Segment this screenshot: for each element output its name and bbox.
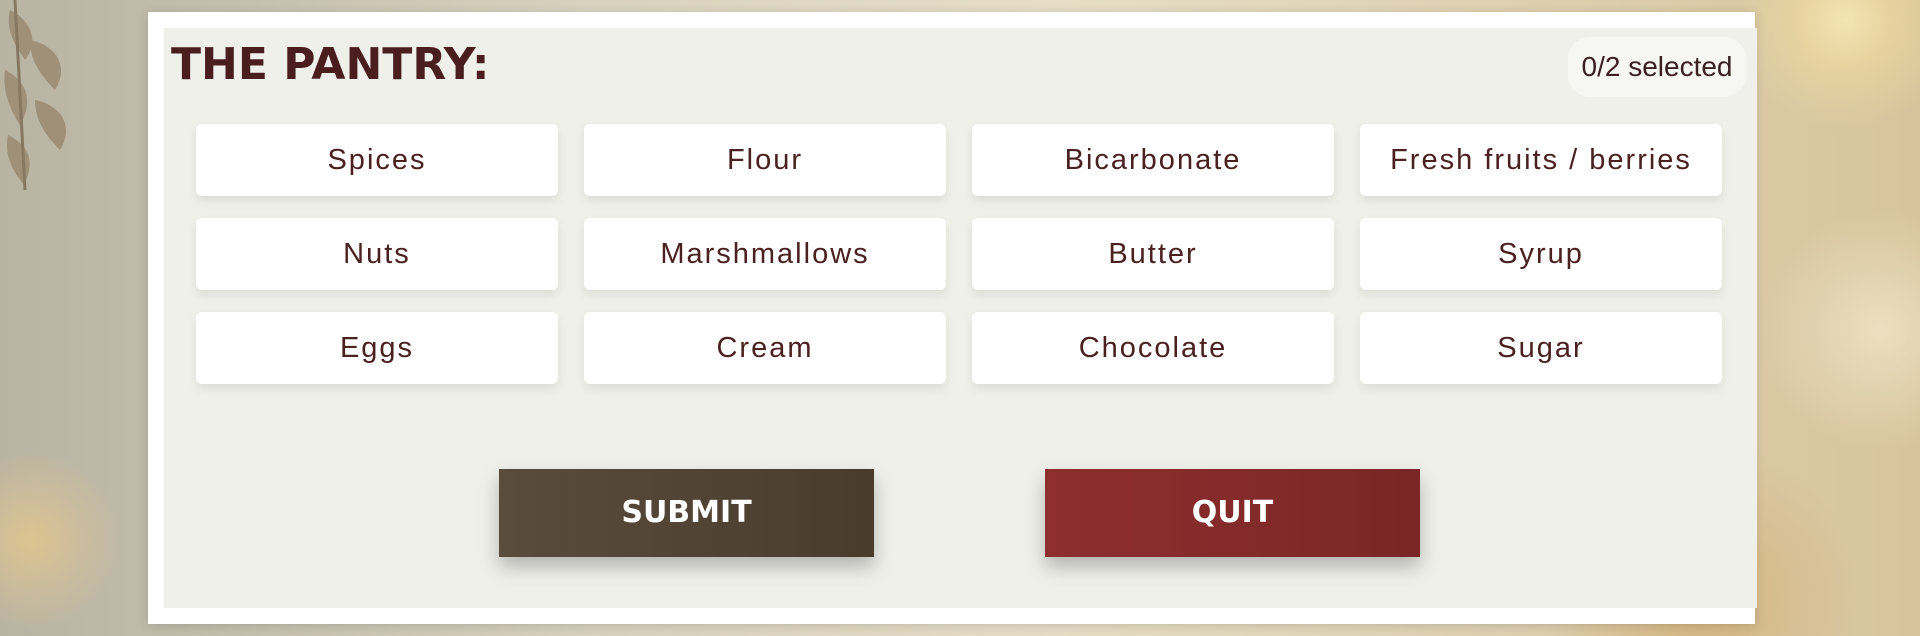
- ingredient-button-spices[interactable]: Spices: [196, 124, 558, 196]
- ingredient-button-chocolate[interactable]: Chocolate: [972, 312, 1334, 384]
- ingredient-button-marshmallows[interactable]: Marshmallows: [584, 218, 946, 290]
- ingredient-button-butter[interactable]: Butter: [972, 218, 1334, 290]
- leaf-decoration-icon: [4, 0, 66, 190]
- ingredient-button-sugar[interactable]: Sugar: [1360, 312, 1722, 384]
- ingredient-button-cream[interactable]: Cream: [584, 312, 946, 384]
- page-title: THE PANTRY:: [171, 39, 490, 90]
- ingredient-button-bicarbonate[interactable]: Bicarbonate: [972, 124, 1334, 196]
- ingredient-button-nuts[interactable]: Nuts: [196, 218, 558, 290]
- ingredient-button-flour[interactable]: Flour: [584, 124, 946, 196]
- quit-button[interactable]: QUIT: [1045, 469, 1420, 557]
- submit-button[interactable]: SUBMIT: [499, 469, 874, 557]
- selection-counter-badge: 0/2 selected: [1568, 37, 1746, 97]
- ingredient-button-syrup[interactable]: Syrup: [1360, 218, 1722, 290]
- ingredient-button-eggs[interactable]: Eggs: [196, 312, 558, 384]
- ingredient-button-fresh-fruits-berries[interactable]: Fresh fruits / berries: [1360, 124, 1722, 196]
